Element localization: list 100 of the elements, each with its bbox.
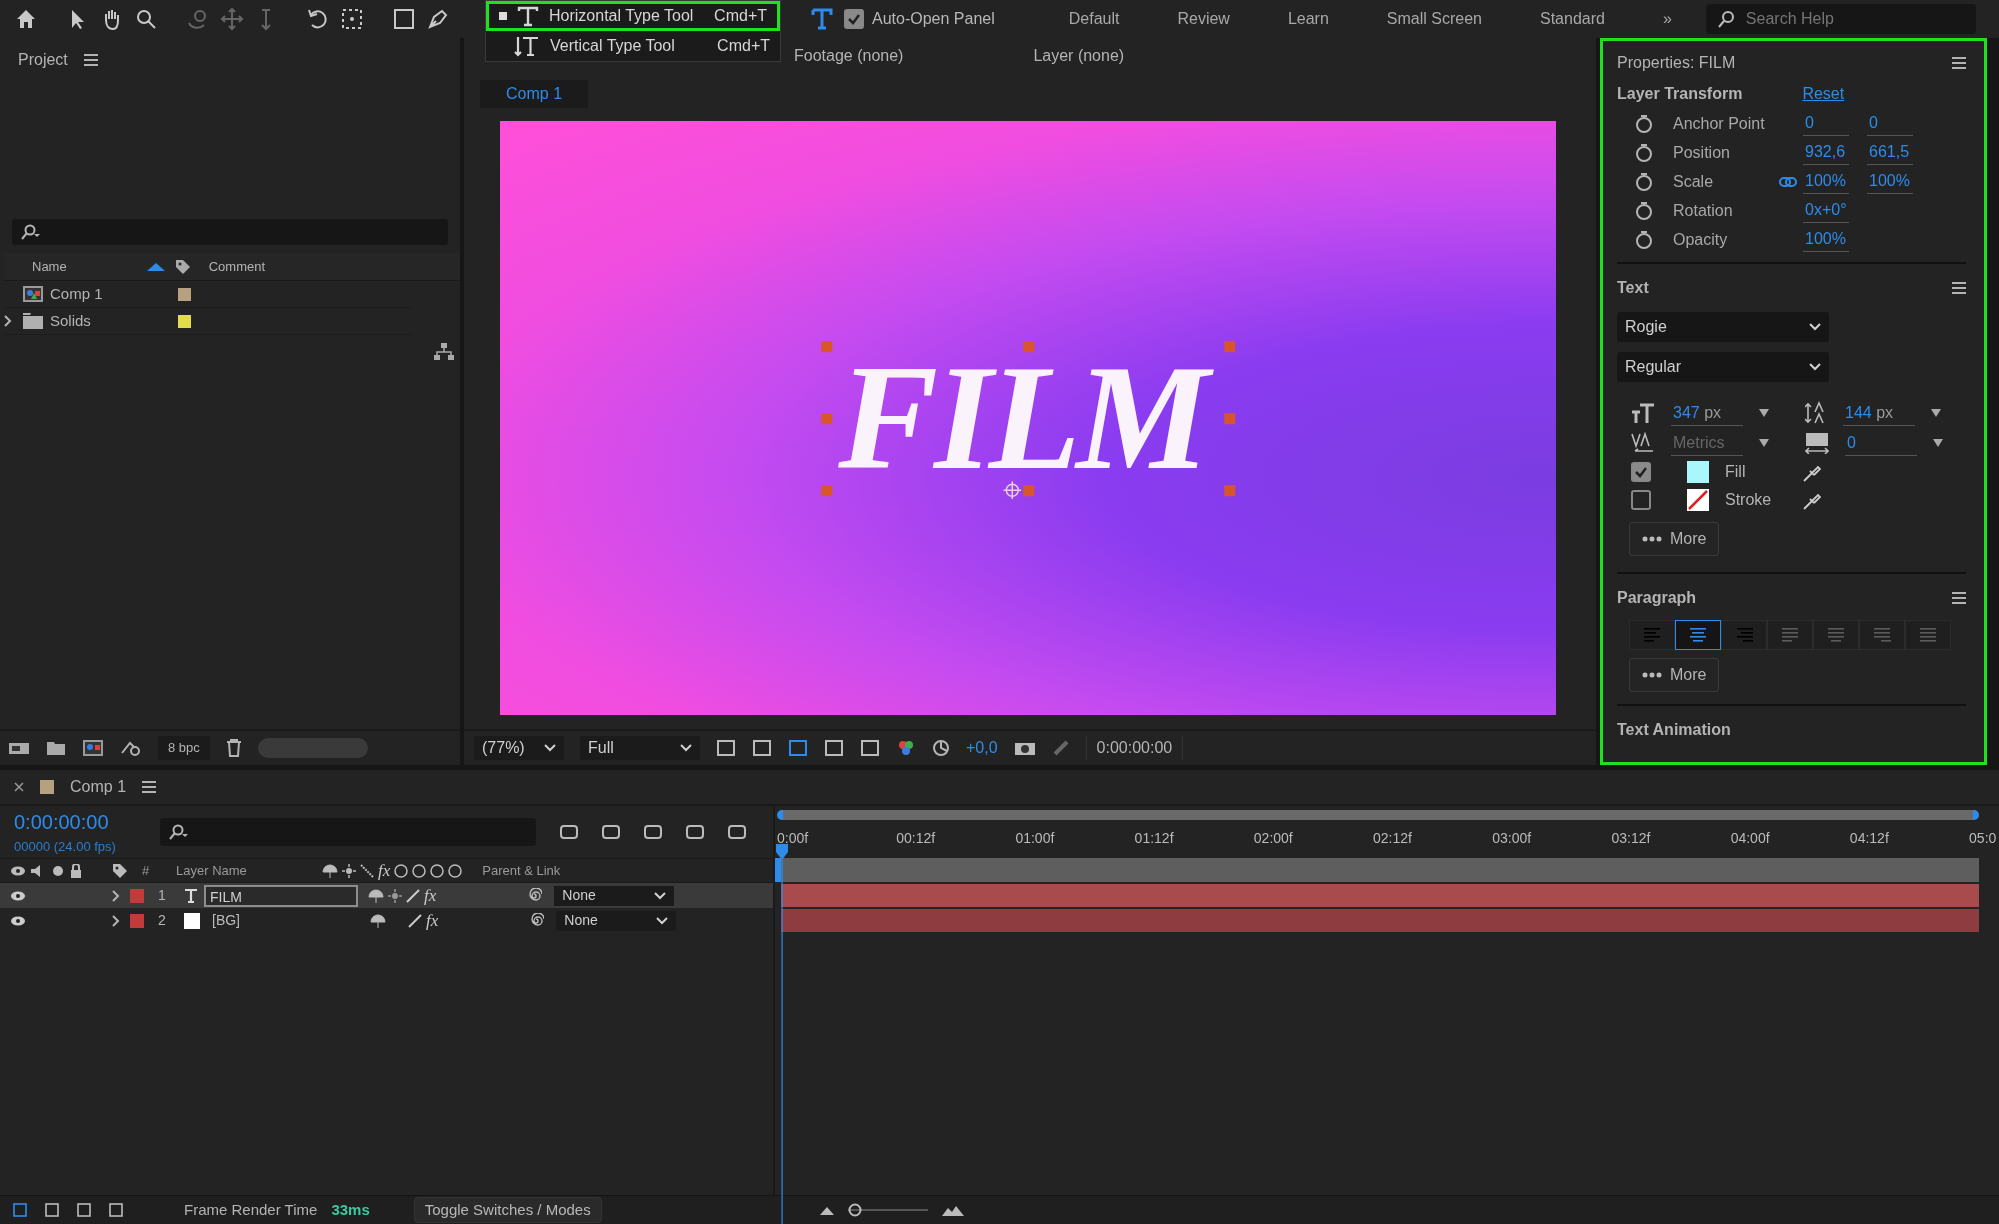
pen-tool-button[interactable] [426, 7, 450, 31]
shy-icon[interactable] [368, 888, 384, 903]
dropdown-arrow-icon[interactable] [1759, 409, 1769, 417]
checkbox[interactable] [844, 9, 864, 29]
value-field[interactable]: 347 px [1671, 400, 1743, 426]
sun-icon[interactable] [388, 888, 402, 903]
effects-switch[interactable]: fx [424, 882, 437, 909]
font-style-dropdown[interactable]: Regular [1617, 352, 1829, 382]
rotate-tool-button[interactable] [306, 7, 330, 31]
search-field[interactable]: Search Help [1705, 4, 1976, 34]
lock-icon[interactable] [70, 863, 82, 878]
chevron-right-icon[interactable] [112, 889, 120, 902]
zoom-in-icon[interactable] [941, 1204, 964, 1216]
more-button[interactable]: More [1629, 658, 1720, 692]
selection-handle[interactable] [1224, 413, 1236, 424]
font-dropdown[interactable]: Rogie [1617, 312, 1829, 342]
magnification-dropdown[interactable]: (77%) [474, 736, 564, 760]
value-field[interactable]: 661,5 [1867, 140, 1913, 165]
chevron-right-icon[interactable] [4, 315, 12, 327]
quality-slash-icon[interactable] [406, 888, 420, 903]
tag-icon[interactable] [112, 862, 128, 879]
eye-icon[interactable] [10, 914, 26, 927]
stopwatch-icon[interactable] [1635, 142, 1653, 163]
pick-whip-icon[interactable] [526, 887, 543, 904]
shy-icon[interactable] [322, 863, 338, 878]
exposure-value[interactable]: +0,0 [966, 736, 998, 760]
selection-handle[interactable] [821, 484, 833, 496]
value-field[interactable]: 0 [1845, 430, 1917, 456]
layer-row[interactable]: 2 [BG] fx None [0, 908, 773, 933]
label-color-swatch[interactable] [130, 913, 144, 928]
selection-handle[interactable] [821, 341, 833, 353]
panel-tab[interactable]: Layer (none) [1033, 44, 1125, 68]
bit-depth-button[interactable]: 8 bpc [158, 736, 210, 760]
layer-name[interactable]: [BG] [206, 910, 360, 931]
value-field[interactable]: 100% [1867, 169, 1913, 194]
layer-name[interactable]: FILM [204, 884, 358, 907]
menu-item[interactable]: Vertical Type Tool Cmd+T [486, 31, 780, 61]
folder-icon[interactable] [46, 740, 66, 756]
selection-handle[interactable] [1023, 484, 1034, 496]
workspace-tab[interactable]: Learn [1263, 7, 1353, 31]
selection-handle[interactable] [821, 413, 833, 424]
stopwatch-icon[interactable] [1635, 171, 1653, 192]
dropdown-arrow-icon[interactable] [1759, 439, 1769, 447]
chevron-right-icon[interactable] [112, 914, 120, 927]
menu-icon[interactable] [83, 54, 98, 66]
current-time[interactable]: 0:00:00:00 [14, 807, 142, 838]
panel-tab[interactable]: Comp 1 [70, 775, 127, 799]
parent-dropdown[interactable]: None [556, 910, 677, 931]
composition-tab[interactable]: Comp 1 [480, 80, 589, 108]
selection-handle[interactable] [1224, 484, 1236, 496]
camera-icon[interactable] [1013, 740, 1036, 756]
value-field[interactable]: 0x+0° [1803, 198, 1849, 223]
close-icon[interactable] [14, 782, 24, 792]
label-color-swatch[interactable] [130, 888, 144, 903]
shy-icon[interactable] [370, 913, 386, 928]
zoom-out-icon[interactable] [819, 1205, 834, 1215]
eye-icon[interactable] [10, 889, 26, 902]
value-field[interactable]: 0 [1867, 111, 1913, 136]
resolution-dropdown[interactable]: Full [580, 736, 700, 760]
value-field[interactable]: 144 px [1843, 400, 1915, 426]
value-field[interactable]: 0 [1803, 111, 1849, 136]
workspace-tab[interactable]: Review [1153, 7, 1254, 31]
exposure-icon[interactable] [932, 739, 950, 757]
solo-dot-icon[interactable] [52, 864, 64, 877]
rectangle-tool-button[interactable] [392, 7, 416, 31]
menu-icon[interactable] [1952, 57, 1966, 69]
value-field[interactable]: 932,6 [1803, 140, 1849, 165]
slider-thumb-icon[interactable] [847, 1203, 862, 1217]
fill-color-swatch[interactable] [1687, 461, 1709, 483]
dropdown-arrow-icon[interactable] [1933, 439, 1943, 447]
reset-link[interactable]: Reset [1802, 82, 1845, 106]
checkbox[interactable] [1631, 490, 1651, 510]
checkbox[interactable] [1631, 462, 1651, 482]
menu-icon[interactable] [142, 781, 157, 793]
parent-dropdown[interactable]: None [554, 885, 675, 906]
no-stroke-swatch[interactable] [1687, 489, 1709, 511]
panel-tab[interactable]: Footage (none) [794, 44, 904, 68]
stopwatch-icon[interactable] [1635, 200, 1653, 221]
selection-handle[interactable] [1224, 341, 1236, 353]
interpret-footage-icon[interactable] [8, 740, 30, 756]
value-field[interactable]: 100% [1803, 169, 1849, 194]
sun-icon[interactable] [342, 863, 356, 878]
search-field[interactable] [12, 219, 448, 245]
zoom-tool-button[interactable] [134, 7, 158, 31]
quality-slash-icon[interactable] [360, 863, 374, 878]
sort-ascending-icon[interactable] [146, 262, 165, 271]
project-item[interactable]: Comp 1 [50, 282, 140, 306]
anchor-tool-button[interactable] [340, 7, 364, 31]
label-color-swatch[interactable] [178, 314, 191, 328]
menu-icon[interactable] [1952, 592, 1966, 604]
alignment-button[interactable] [1675, 620, 1721, 650]
toggle-switches-button[interactable]: Toggle Switches / Modes [413, 1196, 602, 1224]
selection-handle[interactable] [1023, 341, 1034, 353]
eye-icon[interactable] [10, 864, 26, 877]
workspace-tab[interactable]: Standard [1516, 7, 1629, 31]
trash-icon[interactable] [225, 739, 242, 757]
more-button[interactable]: More [1629, 522, 1720, 556]
type-tool-button[interactable] [810, 7, 834, 31]
project-item[interactable]: Solids [50, 309, 140, 333]
composition-icon[interactable] [82, 739, 104, 757]
